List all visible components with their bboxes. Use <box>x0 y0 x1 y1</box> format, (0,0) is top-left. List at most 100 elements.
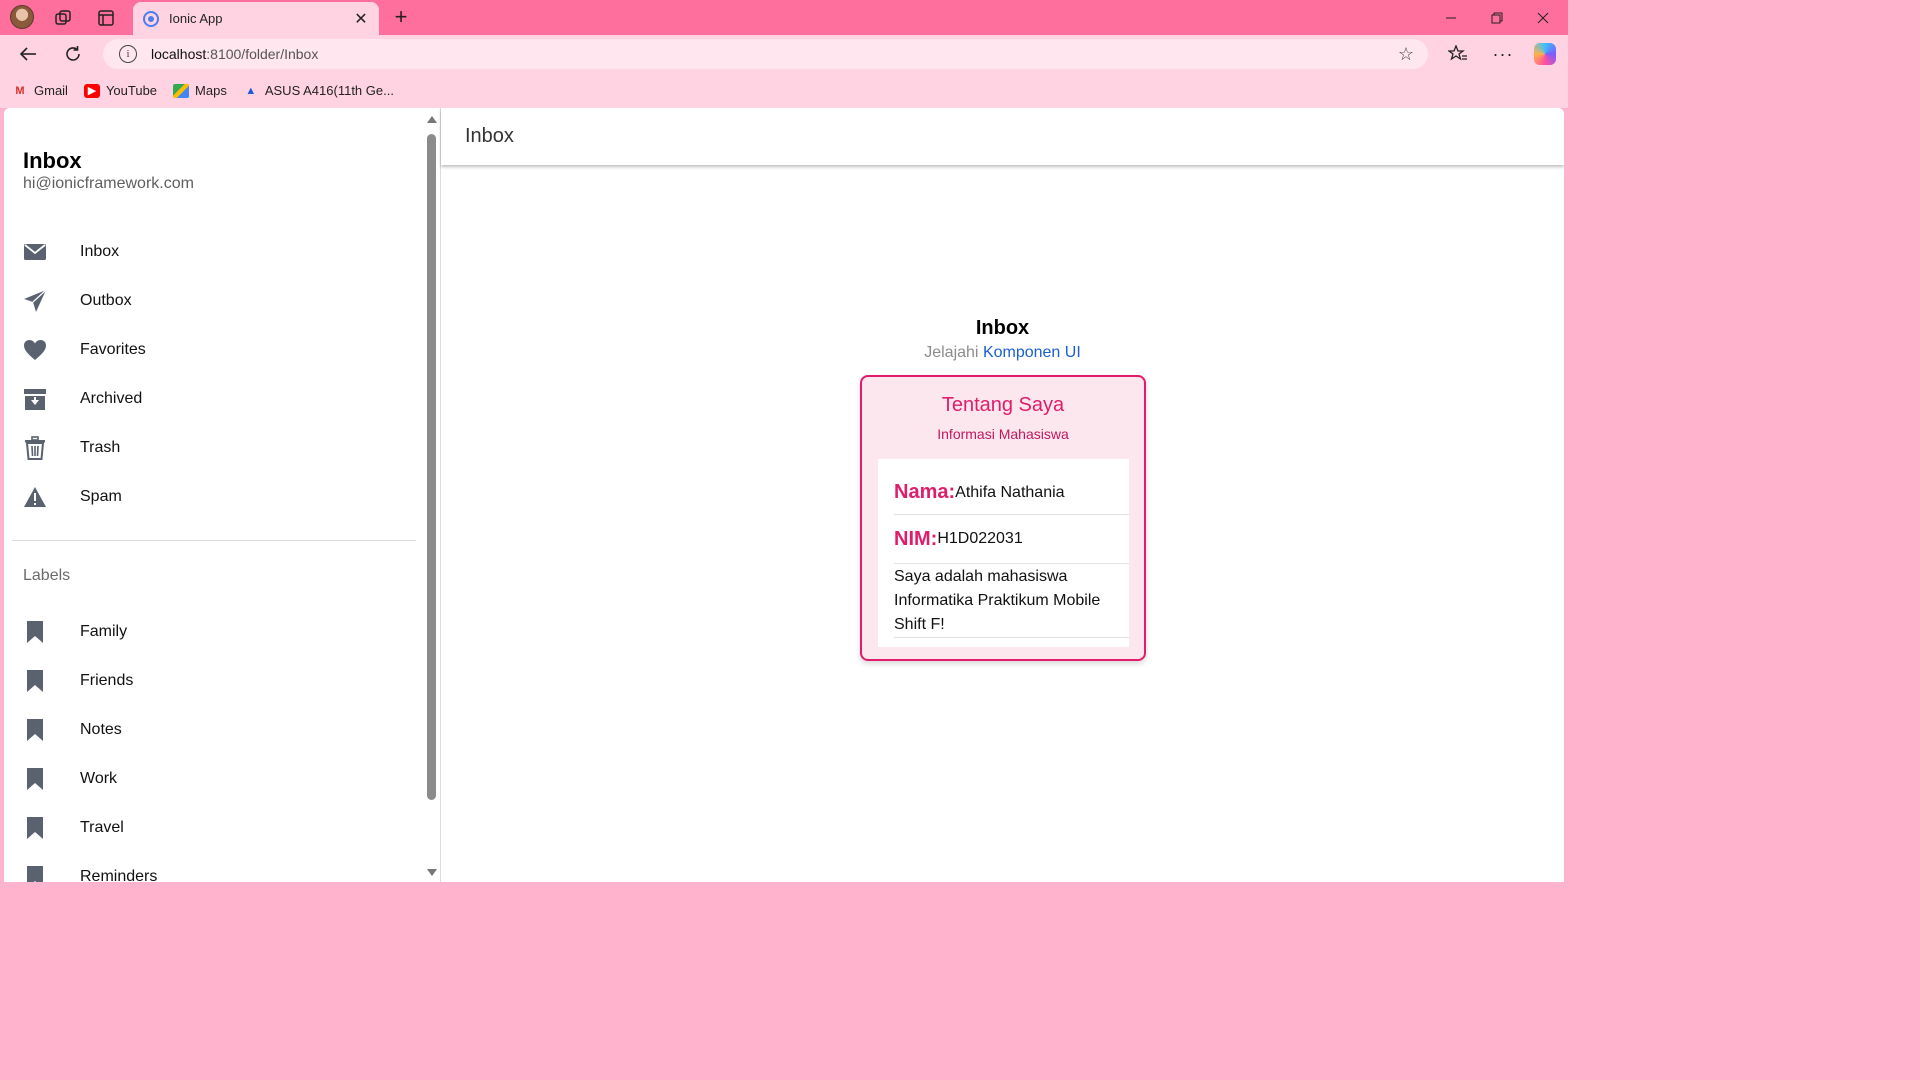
card-content: Nama: Athifa Nathania NIM: H1D022031 Say… <box>878 459 1129 647</box>
menu-item-label: Inbox <box>80 242 120 260</box>
bookmark-icon <box>23 620 47 644</box>
tab-title: Ionic App <box>169 11 223 26</box>
browser-tab-active[interactable]: Ionic App ✕ <box>133 2 379 35</box>
menu-item-label: Trash <box>80 438 121 456</box>
vertical-tabs-icon[interactable] <box>92 4 120 32</box>
menu-divider <box>12 540 416 541</box>
side-menu: Inbox hi@ionicframework.com Inbox Outbox… <box>4 108 441 882</box>
name-value: Athifa Nathania <box>955 483 1065 501</box>
bookmark-asus[interactable]: ▲ ASUS A416(11th Ge... <box>243 83 394 98</box>
bookmark-youtube[interactable]: ▶ YouTube <box>83 83 158 98</box>
label-item-family[interactable]: Family <box>4 607 424 656</box>
label-item-label: Notes <box>80 720 122 738</box>
paper-plane-icon <box>23 289 47 313</box>
back-arrow-icon[interactable] <box>13 40 43 68</box>
trash-icon <box>23 435 47 460</box>
menu-title: Inbox <box>23 148 82 173</box>
label-item-label: Friends <box>80 671 134 689</box>
browser-tab-bar: Ionic App ✕ + <box>0 0 1568 35</box>
labels-header: Labels <box>23 567 71 584</box>
menu-scrollbar[interactable] <box>424 114 440 878</box>
bookmark-icon <box>23 865 47 882</box>
explore-text: Jelajahi Komponen UI <box>441 344 1564 362</box>
card-title: Tentang Saya <box>941 394 1065 416</box>
label-item-label: Travel <box>80 818 124 836</box>
favorites-list-icon[interactable] <box>1443 40 1473 68</box>
page-toolbar: Inbox <box>441 108 1564 165</box>
scroll-thumb[interactable] <box>427 134 436 800</box>
bookmark-label: Gmail <box>34 83 68 98</box>
close-tab-icon[interactable]: ✕ <box>349 7 373 31</box>
explore-prefix: Jelajahi <box>924 344 979 361</box>
label-item-travel[interactable]: Travel <box>4 803 424 852</box>
site-info-icon[interactable]: i <box>119 45 137 63</box>
youtube-icon: ▶ <box>83 83 100 98</box>
menu-item-archived[interactable]: Archived <box>4 374 424 423</box>
menu-item-label: Outbox <box>80 291 132 309</box>
about-me-card: Tentang Saya Informasi Mahasiswa Nama: A… <box>860 375 1146 661</box>
menu-item-label: Archived <box>80 389 143 407</box>
menu-item-favorites[interactable]: Favorites <box>4 325 424 374</box>
menu-item-inbox[interactable]: Inbox <box>4 227 424 276</box>
nim-value: H1D022031 <box>937 530 1023 547</box>
menu-header: Inbox hi@ionicframework.com <box>23 148 194 193</box>
description-text: Saya adalah mahasiswa Informatika Prakti… <box>894 565 1129 638</box>
scroll-up-arrow-icon[interactable] <box>427 116 437 123</box>
ionic-favicon-icon <box>143 10 159 27</box>
ionic-app: Inbox hi@ionicframework.com Inbox Outbox… <box>4 108 1564 882</box>
favorite-star-icon[interactable]: ☆ <box>1398 44 1414 65</box>
inbox-container: Inbox Jelajahi Komponen UI <box>441 317 1564 362</box>
bookmark-icon <box>23 669 47 693</box>
maps-icon <box>173 83 190 98</box>
gmail-icon: M <box>15 84 25 97</box>
card-subtitle: Informasi Mahasiswa <box>937 426 1069 442</box>
bookmark-label: Maps <box>195 83 227 98</box>
close-window-icon[interactable] <box>1520 0 1566 35</box>
more-options-icon[interactable]: ··· <box>1488 40 1518 68</box>
minimize-window-icon[interactable] <box>1428 0 1474 35</box>
label-item-label: Family <box>80 622 128 640</box>
bookmarks-bar: M Gmail ▶ YouTube Maps ▲ ASUS A416(11th Ge.… <box>0 73 1568 108</box>
name-row: Nama: Athifa Nathania <box>894 471 1129 515</box>
menu-email: hi@ionicframework.com <box>23 175 194 192</box>
label-item-work[interactable]: Work <box>4 754 424 803</box>
bookmark-icon <box>23 816 47 840</box>
menu-item-label: Spam <box>80 487 122 505</box>
url-input[interactable]: i localhost:8100/folder/Inbox ☆ <box>103 39 1428 69</box>
bookmark-icon <box>23 718 47 742</box>
label-item-friends[interactable]: Friends <box>4 656 424 705</box>
container-title: Inbox <box>975 317 1030 339</box>
bookmark-label: ASUS A416(11th Ge... <box>264 83 394 98</box>
restore-window-icon[interactable] <box>1474 0 1520 35</box>
scroll-down-arrow-icon[interactable] <box>427 869 437 876</box>
profile-avatar[interactable] <box>10 5 34 29</box>
url-text: localhost:8100/folder/Inbox <box>151 46 319 62</box>
address-bar-row: i localhost:8100/folder/Inbox ☆ ··· <box>0 35 1568 73</box>
main-content: Inbox Inbox Jelajahi Komponen UI Tentang… <box>441 108 1564 882</box>
bookmark-label: YouTube <box>105 83 158 98</box>
bookmark-maps[interactable]: Maps <box>173 83 227 98</box>
page-title: Inbox <box>465 125 514 147</box>
archive-icon <box>23 387 47 411</box>
ui-components-link[interactable]: Komponen UI <box>983 344 1081 361</box>
label-item-reminders[interactable]: Reminders <box>4 852 424 882</box>
menu-item-label: Favorites <box>80 340 146 358</box>
menu-item-trash[interactable]: Trash <box>4 423 424 472</box>
label-item-notes[interactable]: Notes <box>4 705 424 754</box>
label-item-label: Reminders <box>80 867 158 883</box>
workspaces-icon[interactable] <box>49 4 77 32</box>
menu-item-outbox[interactable]: Outbox <box>4 276 424 325</box>
nim-label: NIM: <box>894 527 938 550</box>
nim-row: NIM: H1D022031 <box>894 515 1129 564</box>
heart-icon <box>23 338 47 362</box>
refresh-icon[interactable] <box>58 40 88 68</box>
bookmark-gmail[interactable]: M Gmail <box>12 83 68 98</box>
bookmark-icon <box>23 767 47 791</box>
menu-item-spam[interactable]: Spam <box>4 472 424 521</box>
warning-icon <box>23 485 47 509</box>
name-label: Nama: <box>894 481 956 503</box>
copilot-icon[interactable] <box>1534 43 1556 65</box>
label-item-label: Work <box>80 769 118 787</box>
mail-icon <box>23 240 47 264</box>
new-tab-button[interactable]: + <box>388 4 414 30</box>
